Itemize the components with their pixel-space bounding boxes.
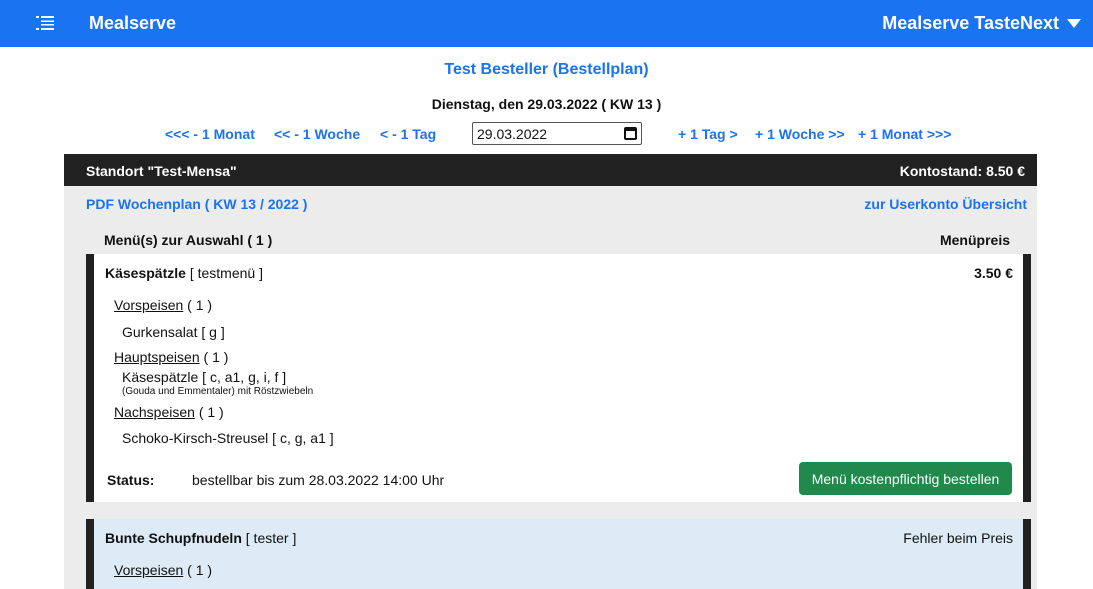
prev-day-link[interactable]: < - 1 Tag (380, 126, 436, 142)
app-switcher[interactable]: Mealserve TasteNext (882, 13, 1081, 34)
caret-down-icon[interactable] (1067, 19, 1081, 28)
menu-tag: [ tester ] (245, 530, 297, 546)
order-menu-button[interactable]: Menü kostenpflichtig bestellen (799, 462, 1012, 495)
course-starters: Vorspeisen ( 1 ) (114, 562, 212, 578)
menu-card: Käsespätzle [ testmenü ] 3.50 € Vorspeis… (86, 254, 1031, 502)
course-label: Hauptspeisen (114, 349, 200, 365)
page-title: Test Besteller (Bestellplan) (444, 61, 649, 78)
top-navbar: Mealserve Mealserve TasteNext (0, 0, 1093, 47)
course-count: ( 1 ) (187, 562, 213, 578)
menu-name: Bunte Schupfnudeln (105, 530, 242, 546)
course-count: ( 1 ) (198, 404, 224, 420)
menu-title: Käsespätzle [ testmenü ] (105, 265, 263, 281)
menu-card: Bunte Schupfnudeln [ tester ] Fehler bei… (86, 519, 1031, 589)
menu-selection-heading: Menü(s) zur Auswahl ( 1 ) (104, 232, 273, 248)
app-name[interactable]: Mealserve TasteNext (882, 13, 1059, 34)
current-date: Dienstag, den 29.03.2022 ( KW 13 ) (431, 96, 662, 112)
brand-name[interactable]: Mealserve (89, 13, 176, 34)
status-label: Status: (107, 472, 155, 488)
calendar-icon[interactable] (624, 127, 637, 140)
menu-tag: [ testmenü ] (189, 265, 263, 281)
course-count: ( 1 ) (203, 349, 229, 365)
menu-price-heading: Menüpreis (939, 232, 1010, 248)
course-label: Vorspeisen (114, 562, 184, 578)
prev-week-link[interactable]: << - 1 Woche (274, 126, 360, 142)
date-value[interactable]: 29.03.2022 (477, 126, 547, 142)
menu-price: 3.50 € (974, 265, 1013, 281)
course-count: ( 1 ) (187, 297, 213, 313)
menu-price-error: Fehler beim Preis (903, 530, 1013, 546)
course-mains: Hauptspeisen ( 1 ) (114, 349, 228, 365)
menu-panel: PDF Wochenplan ( KW 13 / 2022 ) zur User… (64, 186, 1037, 589)
course-label: Nachspeisen (114, 404, 195, 420)
menu-title: Bunte Schupfnudeln [ tester ] (105, 530, 296, 546)
location-bar: Standort "Test-Mensa" Kontostand: 8.50 € (64, 154, 1037, 186)
course-starters: Vorspeisen ( 1 ) (114, 297, 212, 313)
dessert-dish: Schoko-Kirsch-Streusel [ c, g, a1 ] (122, 430, 334, 446)
course-desserts: Nachspeisen ( 1 ) (114, 404, 224, 420)
main-dish-note: (Gouda und Emmentaler) mit Röstzwiebeln (122, 386, 314, 397)
date-picker-input[interactable]: 29.03.2022 (472, 122, 642, 145)
prev-month-link[interactable]: <<< - 1 Monat (165, 126, 255, 142)
account-balance: Kontostand: 8.50 € (899, 163, 1025, 179)
course-label: Vorspeisen (114, 297, 184, 313)
main-dish: Käsespätzle [ c, a1, g, i, f ] (122, 369, 287, 385)
pdf-weekplan-link[interactable]: PDF Wochenplan ( KW 13 / 2022 ) (86, 196, 307, 212)
starter-dish: Gurkensalat [ g ] (122, 324, 225, 340)
location-name: Standort "Test-Mensa" (86, 163, 237, 179)
next-week-link[interactable]: + 1 Woche >> (755, 126, 845, 142)
next-day-link[interactable]: + 1 Tag > (678, 126, 738, 142)
status-text: bestellbar bis zum 28.03.2022 14:00 Uhr (192, 472, 445, 488)
next-month-link[interactable]: + 1 Monat >>> (858, 126, 951, 142)
menu-toggle-icon[interactable] (36, 15, 54, 31)
menu-name: Käsespätzle (105, 265, 186, 281)
account-overview-link[interactable]: zur Userkonto Übersicht (864, 196, 1027, 212)
